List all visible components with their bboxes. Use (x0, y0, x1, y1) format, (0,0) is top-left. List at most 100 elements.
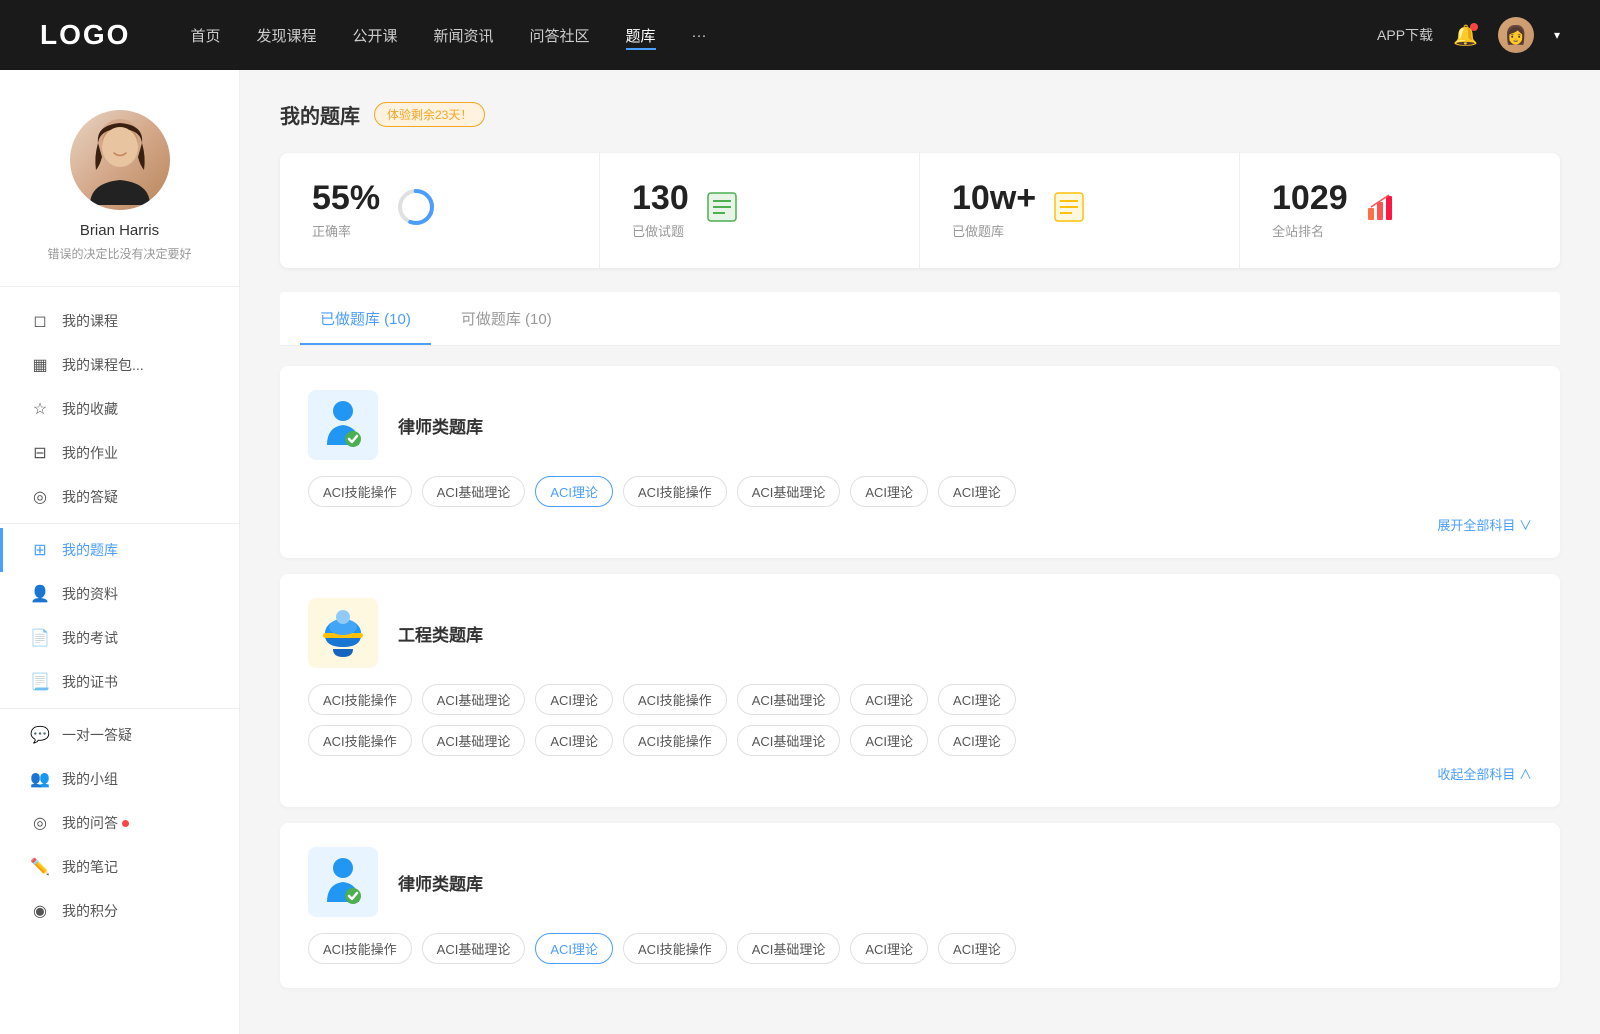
avatar[interactable]: 👩 (1498, 17, 1534, 53)
tag-e2-0[interactable]: ACI技能操作 (308, 725, 412, 756)
qbank-lawyer-icon-wrap (308, 390, 378, 460)
sidebar-item-my-courses[interactable]: ◻ 我的课程 (0, 299, 239, 343)
sidebar: Brian Harris 错误的决定比没有决定要好 ◻ 我的课程 ▦ 我的课程包… (0, 70, 240, 1034)
sidebar-item-course-packages[interactable]: ▦ 我的课程包... (0, 343, 239, 387)
tag-e1[interactable]: ACI基础理论 (422, 684, 526, 715)
file-icon: 📄 (30, 628, 50, 648)
sidebar-item-my-qa[interactable]: ◎ 我的答疑 (0, 475, 239, 519)
sidebar-item-homework[interactable]: ⊟ 我的作业 (0, 431, 239, 475)
tag-l2-6[interactable]: ACI理论 (938, 933, 1016, 964)
sidebar-item-my-data[interactable]: 👤 我的资料 (0, 572, 239, 616)
notification-bell[interactable]: 🔔 (1453, 23, 1478, 48)
tag-4[interactable]: ACI基础理论 (737, 476, 841, 507)
expand-link-lawyer-1[interactable]: 展开全部科目 ∨ (308, 515, 1532, 534)
user-menu-chevron-icon[interactable]: ▾ (1554, 28, 1560, 42)
tags-row-lawyer-1: ACI技能操作 ACI基础理论 ACI理论 ACI技能操作 ACI基础理论 AC… (308, 476, 1532, 507)
tag-e2-3[interactable]: ACI技能操作 (623, 725, 727, 756)
tag-2[interactable]: ACI理论 (535, 476, 613, 507)
nav-link-opencourse[interactable]: 公开课 (352, 21, 397, 50)
tag-5[interactable]: ACI理论 (850, 476, 928, 507)
tag-l2-0[interactable]: ACI技能操作 (308, 933, 412, 964)
stat-ranking: 1029 全站排名 (1240, 153, 1560, 268)
sidebar-item-exams[interactable]: 📄 我的考试 (0, 616, 239, 660)
tag-l2-3[interactable]: ACI技能操作 (623, 933, 727, 964)
nav-right: APP下载 🔔 👩 ▾ (1377, 17, 1560, 53)
nav-link-questionbank[interactable]: 题库 (626, 21, 656, 50)
qbank-engineer-icon-inner (319, 605, 367, 661)
tab-done-banks[interactable]: 已做题库 (10) (300, 292, 431, 345)
tag-l2-4[interactable]: ACI基础理论 (737, 933, 841, 964)
tag-e4[interactable]: ACI基础理论 (737, 684, 841, 715)
stats-row: 55% 正确率 130 已做试题 (280, 153, 1560, 268)
main-content: 我的题库 体验剩余23天！ 55% 正确率 130 (240, 70, 1600, 1034)
tag-e3[interactable]: ACI技能操作 (623, 684, 727, 715)
stat-accuracy-value: 55% (312, 181, 380, 215)
sidebar-profile: Brian Harris 错误的决定比没有决定要好 (0, 110, 239, 287)
stat-accuracy: 55% 正确率 (280, 153, 600, 268)
qbank-card-lawyer-1: 律师类题库 ACI技能操作 ACI基础理论 ACI理论 ACI技能操作 ACI基… (280, 366, 1560, 558)
stat-done-questions: 130 已做试题 (600, 153, 920, 268)
tag-e2-6[interactable]: ACI理论 (938, 725, 1016, 756)
sidebar-item-question-bank[interactable]: ⊞ 我的题库 (0, 528, 239, 572)
tag-6[interactable]: ACI理论 (938, 476, 1016, 507)
tag-e2-2[interactable]: ACI理论 (535, 725, 613, 756)
tag-e2-5[interactable]: ACI理论 (850, 725, 928, 756)
collapse-link-engineer[interactable]: 收起全部科目 ∧ (308, 764, 1532, 783)
stat-done-banks-value: 10w+ (952, 181, 1036, 215)
ranking-chart-icon (1364, 190, 1398, 231)
tag-e6[interactable]: ACI理论 (938, 684, 1016, 715)
nav-link-news[interactable]: 新闻资讯 (434, 21, 494, 50)
bar-chart-icon: ▦ (30, 355, 50, 375)
stat-done-banks: 10w+ 已做题库 (920, 153, 1240, 268)
sidebar-item-certificates[interactable]: 📃 我的证书 (0, 660, 239, 704)
app-download-button[interactable]: APP下载 (1377, 25, 1433, 45)
tag-0[interactable]: ACI技能操作 (308, 476, 412, 507)
nav-link-qa[interactable]: 问答社区 (530, 21, 590, 50)
sidebar-item-my-notes[interactable]: ✏️ 我的笔记 (0, 845, 239, 889)
tag-e2-4[interactable]: ACI基础理论 (737, 725, 841, 756)
profile-name: Brian Harris (80, 222, 159, 239)
page-title: 我的题库 (280, 100, 360, 129)
tags-row-engineer-1: ACI技能操作 ACI基础理论 ACI理论 ACI技能操作 ACI基础理论 AC… (308, 684, 1532, 715)
stat-done-questions-value: 130 (632, 181, 689, 215)
qbank-icon-inner (319, 397, 367, 453)
sidebar-item-my-group[interactable]: 👥 我的小组 (0, 757, 239, 801)
profile-icon: 👤 (30, 584, 50, 604)
qbank-lawyer2-icon-inner (319, 854, 367, 910)
tag-e2[interactable]: ACI理论 (535, 684, 613, 715)
qbank-title-engineer: 工程类题库 (398, 621, 483, 646)
question-icon: ◎ (30, 813, 50, 833)
tabs-row: 已做题库 (10) 可做题库 (10) (280, 292, 1560, 346)
qbank-card-lawyer-2: 律师类题库 ACI技能操作 ACI基础理论 ACI理论 ACI技能操作 ACI基… (280, 823, 1560, 988)
qbank-lawyer2-icon-wrap (308, 847, 378, 917)
banks-icon (1052, 190, 1086, 231)
nav-link-discover[interactable]: 发现课程 (256, 21, 316, 50)
avatar-image: 👩 (1498, 17, 1534, 53)
tab-available-banks[interactable]: 可做题库 (10) (441, 292, 572, 345)
tag-l2-5[interactable]: ACI理论 (850, 933, 928, 964)
questions-icon (705, 190, 739, 231)
stat-done-questions-label: 已做试题 (632, 221, 689, 240)
nav-link-home[interactable]: 首页 (190, 21, 220, 50)
tag-e0[interactable]: ACI技能操作 (308, 684, 412, 715)
unread-dot (122, 820, 129, 827)
tag-l2-1[interactable]: ACI基础理论 (422, 933, 526, 964)
nav-link-more[interactable]: ··· (692, 23, 707, 48)
page-title-row: 我的题库 体验剩余23天！ (280, 100, 1560, 129)
star-icon: ☆ (30, 399, 50, 419)
profile-avatar (70, 110, 170, 210)
certificate-icon: 📃 (30, 672, 50, 692)
sidebar-item-1on1-qa[interactable]: 💬 一对一答疑 (0, 713, 239, 757)
accuracy-chart-icon (396, 187, 436, 234)
sidebar-menu: ◻ 我的课程 ▦ 我的课程包... ☆ 我的收藏 ⊟ 我的作业 ◎ 我的答疑 ⊞ (0, 287, 239, 945)
sidebar-item-my-points[interactable]: ◉ 我的积分 (0, 889, 239, 933)
qbank-title-lawyer-2: 律师类题库 (398, 870, 483, 895)
tag-e5[interactable]: ACI理论 (850, 684, 928, 715)
tag-3[interactable]: ACI技能操作 (623, 476, 727, 507)
tag-l2-2[interactable]: ACI理论 (535, 933, 613, 964)
tag-e2-1[interactable]: ACI基础理论 (422, 725, 526, 756)
sidebar-item-favorites[interactable]: ☆ 我的收藏 (0, 387, 239, 431)
tag-1[interactable]: ACI基础理论 (422, 476, 526, 507)
sidebar-item-my-questions[interactable]: ◎ 我的问答 (0, 801, 239, 845)
document-icon: ◻ (30, 311, 50, 331)
